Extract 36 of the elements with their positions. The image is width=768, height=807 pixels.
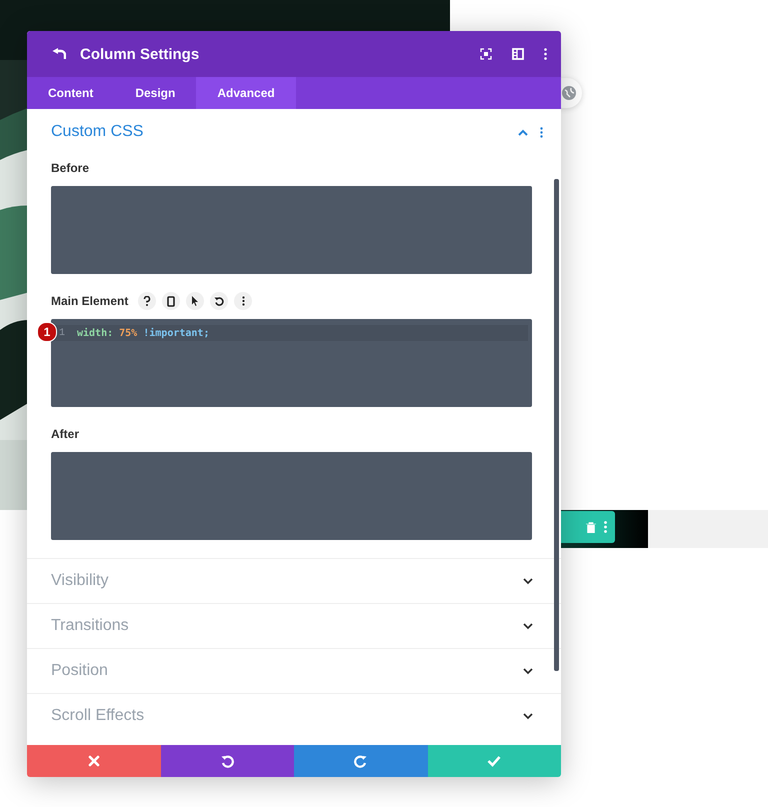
tab[interactable]: Content	[27, 77, 114, 109]
field-label: Main Element	[51, 294, 128, 308]
code-editor[interactable]: 1 width: 75% !important;	[51, 319, 532, 407]
close-icon	[88, 755, 100, 767]
undo-icon[interactable]	[210, 292, 228, 310]
globe-icon	[562, 86, 576, 100]
check-icon	[487, 755, 502, 767]
more-icon[interactable]	[234, 292, 252, 310]
section-title: Custom CSS	[51, 123, 144, 141]
layout-icon[interactable]	[512, 48, 524, 60]
tab[interactable]: Advanced	[196, 77, 296, 109]
section-title[interactable]: Visibility	[51, 572, 523, 590]
cursor-icon[interactable]	[186, 292, 204, 310]
chevron-down-icon[interactable]	[523, 712, 533, 720]
field-label: Before	[51, 161, 90, 175]
modal-title: Column Settings	[80, 46, 200, 62]
help-icon[interactable]	[138, 292, 156, 310]
step-badge: 1	[37, 322, 57, 342]
chevron-down-icon[interactable]	[523, 622, 533, 630]
section-title[interactable]: Transitions	[51, 617, 523, 635]
line-number: 1	[58, 328, 66, 338]
tab[interactable]: Design	[114, 77, 196, 109]
back-icon[interactable]	[52, 48, 66, 60]
section-title[interactable]: Scroll Effects	[51, 707, 523, 725]
focus-icon[interactable]	[480, 48, 492, 60]
code-line: width: 75% !important;	[76, 328, 210, 338]
more-icon[interactable]	[544, 48, 547, 60]
field-label: After	[51, 427, 80, 441]
chevron-down-icon[interactable]	[523, 578, 533, 584]
redo-icon	[354, 754, 368, 768]
scrollbar[interactable]	[554, 179, 559, 671]
chevron-down-icon[interactable]	[523, 668, 533, 674]
undo-icon	[220, 754, 234, 768]
phone-icon[interactable]	[162, 292, 180, 310]
section-title[interactable]: Position	[51, 662, 523, 680]
chevron-up-icon[interactable]	[518, 128, 528, 136]
